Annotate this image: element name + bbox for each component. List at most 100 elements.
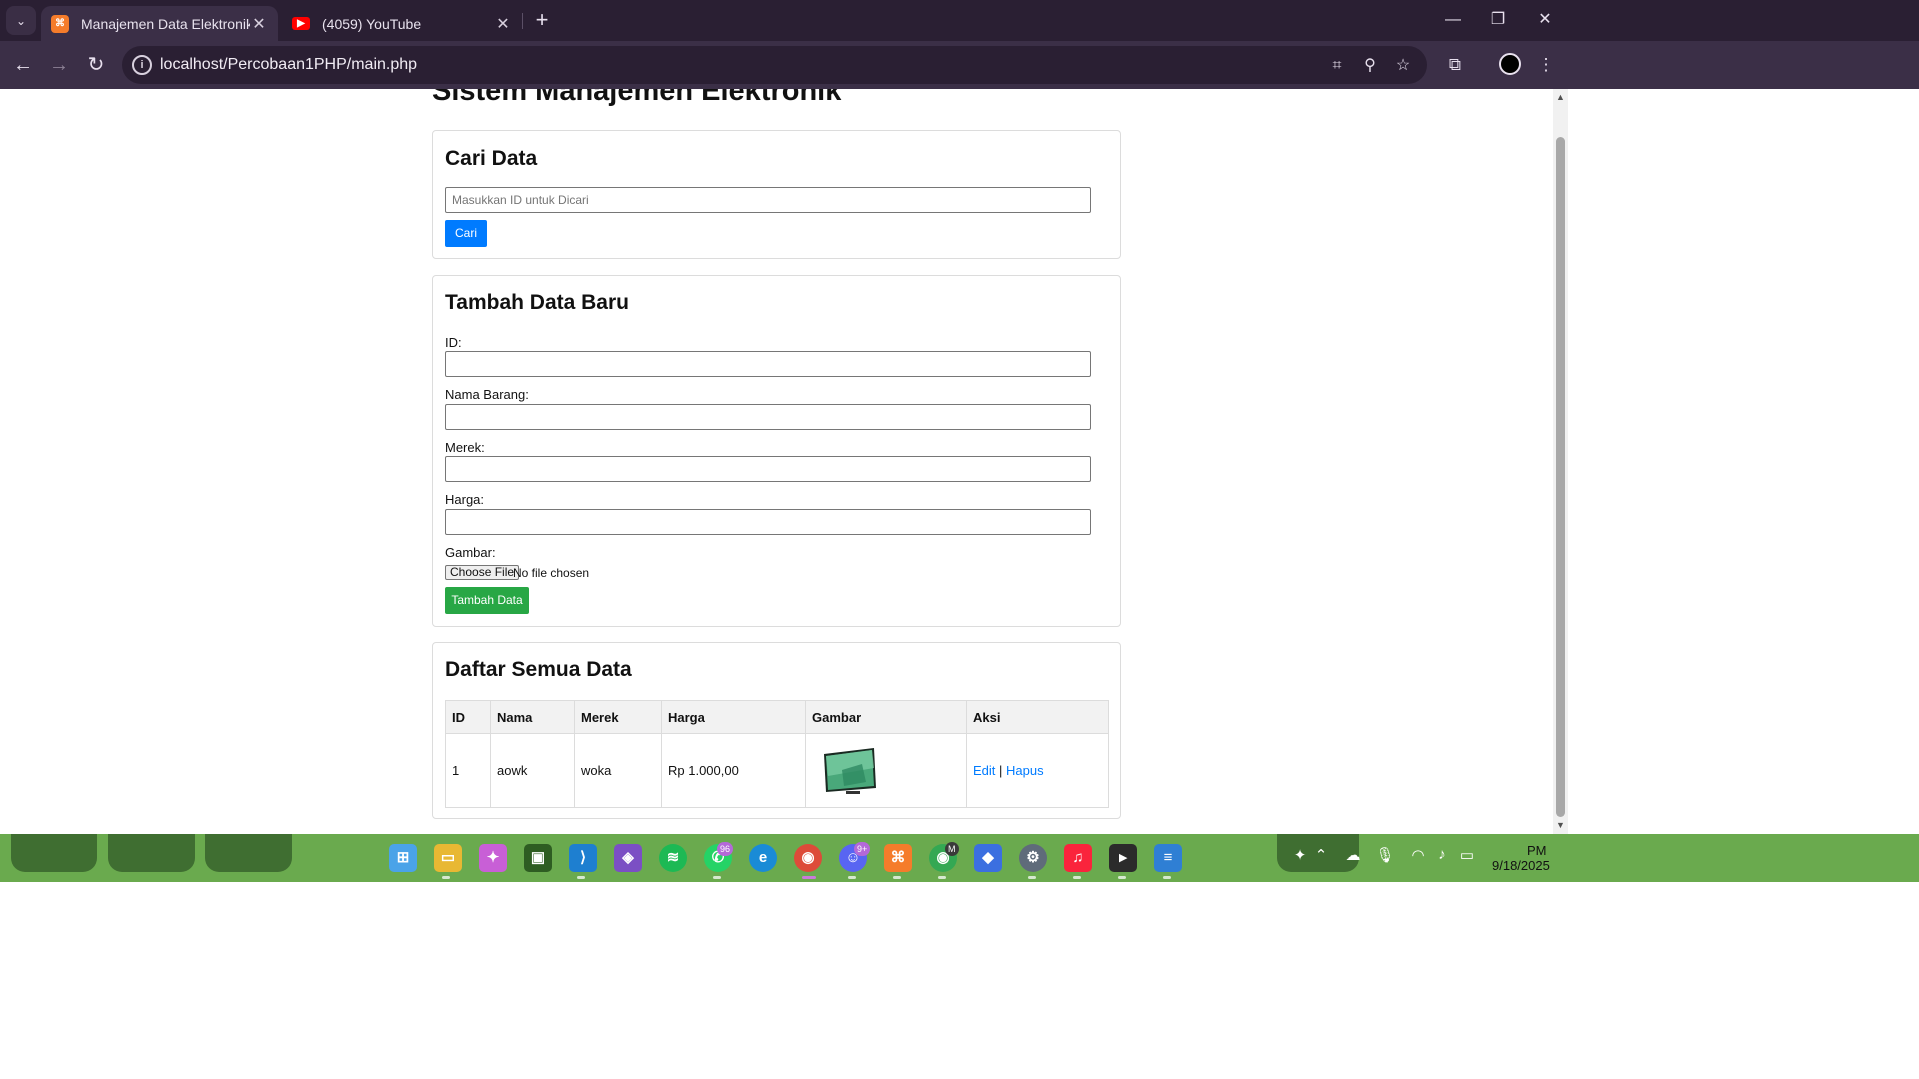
merek-field[interactable]: [445, 456, 1091, 482]
sparkle-icon[interactable]: ✦: [1289, 846, 1311, 864]
browser-toolbar: ← → ↻ i localhost/Percobaan1PHP/main.php…: [0, 41, 1919, 89]
close-tab-icon[interactable]: ✕: [250, 14, 268, 34]
youtube-icon: ▶: [292, 17, 310, 30]
minecraft-icon[interactable]: ▣: [524, 844, 552, 872]
app-indicator: [1073, 876, 1081, 879]
clock-time[interactable]: PM: [1527, 843, 1547, 858]
merek-label: Merek:: [445, 440, 485, 455]
harga-label: Harga:: [445, 492, 485, 507]
column-header: Gambar: [805, 700, 967, 734]
zoom-icon[interactable]: ⚲: [1359, 55, 1381, 77]
back-button[interactable]: ←: [9, 51, 37, 79]
volume-icon[interactable]: ♪: [1431, 846, 1453, 863]
address-bar[interactable]: i localhost/Percobaan1PHP/main.php ⌗ ⚲ ☆: [122, 46, 1427, 84]
widget-3[interactable]: [205, 834, 292, 872]
settings-icon[interactable]: ⚙: [1019, 844, 1047, 872]
tv-image: [824, 747, 876, 794]
file-status: No file chosen: [513, 566, 590, 580]
cell-id: 1: [445, 733, 491, 808]
tab-title: (4059) YouTube: [322, 15, 422, 32]
choose-file-button[interactable]: Choose File: [445, 565, 520, 580]
id-field[interactable]: [445, 351, 1091, 377]
minimize-button[interactable]: —: [1430, 6, 1476, 34]
notepad-icon[interactable]: ≡: [1154, 844, 1182, 872]
search-button[interactable]: Cari: [445, 220, 487, 247]
copilot-icon[interactable]: ✦: [479, 844, 507, 872]
profile-avatar[interactable]: [1499, 53, 1521, 75]
url-text[interactable]: localhost/Percobaan1PHP/main.php: [160, 56, 417, 74]
bookmark-star-icon[interactable]: ☆: [1392, 55, 1414, 77]
xampp-icon: ⌘: [51, 14, 69, 33]
search-heading: Cari Data: [445, 147, 538, 170]
tab-title: Manajemen Data Elektronik: [81, 15, 250, 32]
cell-harga: Rp 1.000,00: [661, 733, 806, 808]
scroll-thumb[interactable]: [1556, 137, 1565, 817]
gambar-label: Gambar:: [445, 545, 496, 560]
widget-2[interactable]: [108, 834, 195, 872]
add-data-card: Tambah Data Baru ID: Nama Barang: Merek:…: [432, 275, 1121, 627]
taskbar: ⊞ ▭ ✦ ▣ ⟩ ◈ ≋ ✆ 96 e ◉ ☺ 9+ ⌘ ◉ M ◆ ⚙ ♫ …: [0, 834, 1919, 882]
microphone-icon[interactable]: 🎙: [1374, 846, 1396, 864]
chrome-icon[interactable]: ◉: [794, 844, 822, 872]
close-window-button[interactable]: ✕: [1522, 6, 1568, 34]
onedrive-icon[interactable]: ☁: [1342, 846, 1364, 864]
add-heading: Tambah Data Baru: [445, 291, 629, 314]
cell-gambar: [805, 733, 967, 808]
new-tab-button[interactable]: +: [529, 8, 555, 34]
add-data-button[interactable]: Tambah Data: [445, 587, 529, 614]
vscode-icon[interactable]: ⟩: [569, 844, 597, 872]
table-header-row: ID Nama Merek Harga Gambar Aksi: [445, 700, 1109, 734]
widget-1[interactable]: [11, 834, 97, 872]
list-heading: Daftar Semua Data: [445, 658, 632, 681]
app-indicator: [1163, 876, 1171, 879]
file-explorer-icon[interactable]: ▭: [434, 844, 462, 872]
search-card: Cari Data Cari: [432, 130, 1121, 259]
data-table: ID Nama Merek Harga Gambar Aksi 1 aowk w…: [445, 700, 1109, 808]
start-icon[interactable]: ⊞: [389, 844, 417, 872]
column-header: ID: [445, 700, 491, 734]
scroll-up-icon[interactable]: ▲: [1555, 92, 1566, 103]
tab-manajemen[interactable]: ⌘ Manajemen Data Elektronik ✕: [41, 6, 278, 41]
page-scrollbar[interactable]: ▲ ▼: [1553, 89, 1568, 834]
translate-icon[interactable]: ⌗: [1326, 55, 1348, 77]
app-indicator: [938, 876, 946, 879]
edge-icon[interactable]: e: [749, 844, 777, 872]
tab-youtube[interactable]: ▶ (4059) YouTube ✕: [282, 6, 522, 41]
restore-button[interactable]: ❐: [1475, 6, 1521, 34]
app-indicator: [1028, 876, 1036, 879]
app-indicator: [577, 876, 585, 879]
data-list-card: Daftar Semua Data ID Nama Merek Harga Ga…: [432, 642, 1121, 819]
search-input[interactable]: [445, 187, 1091, 213]
edit-link[interactable]: Edit: [973, 763, 995, 778]
battery-icon[interactable]: ▭: [1456, 846, 1478, 864]
extensions-icon[interactable]: ⧉: [1442, 52, 1468, 78]
xampp-taskbar-icon[interactable]: ⌘: [884, 844, 912, 872]
delete-link[interactable]: Hapus: [1006, 763, 1044, 778]
tab-search-button[interactable]: ⌄: [6, 6, 36, 35]
column-header: Nama: [490, 700, 575, 734]
column-header: Merek: [574, 700, 662, 734]
app-indicator: [442, 876, 450, 879]
wifi-icon[interactable]: ◠: [1407, 846, 1429, 864]
clock-date[interactable]: 9/18/2025: [1492, 858, 1550, 873]
table-row: 1 aowk woka Rp 1.000,00 Edit | Hapus: [445, 733, 1109, 808]
visual-studio-icon[interactable]: ◈: [614, 844, 642, 872]
harga-field[interactable]: [445, 509, 1091, 535]
column-header: Aksi: [966, 700, 1109, 734]
cell-merek: woka: [574, 733, 662, 808]
spotify-icon[interactable]: ≋: [659, 844, 687, 872]
nama-field[interactable]: [445, 404, 1091, 430]
column-header: Harga: [661, 700, 806, 734]
terminal-icon[interactable]: ▸: [1109, 844, 1137, 872]
menu-kebab-icon[interactable]: ⋮: [1533, 52, 1559, 78]
close-tab-icon[interactable]: ✕: [494, 14, 512, 34]
tray-chevron-up-icon[interactable]: ⌃: [1310, 846, 1332, 864]
roblox-icon[interactable]: ◆: [974, 844, 1002, 872]
music-icon[interactable]: ♫: [1064, 844, 1092, 872]
scroll-down-icon[interactable]: ▼: [1555, 820, 1566, 831]
reload-button[interactable]: ↻: [82, 51, 110, 79]
page-title: Sistem Manajemen Elektronik: [432, 89, 842, 107]
app-indicator-active: [802, 876, 816, 879]
forward-button[interactable]: →: [45, 51, 73, 79]
site-info-icon[interactable]: i: [132, 55, 152, 75]
